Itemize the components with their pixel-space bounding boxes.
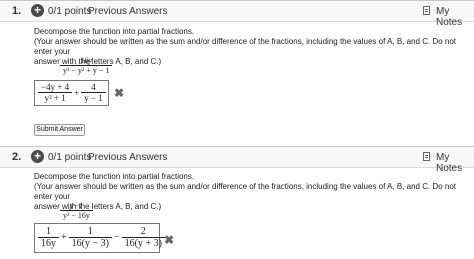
answer-term-1-numerator: −4y + 4 <box>41 82 70 92</box>
function-denominator: y³ − y² + y − 1 <box>60 65 113 75</box>
question-2-body: Decompose the function into partial frac… <box>34 172 464 212</box>
x-icon: ✖ <box>164 233 175 247</box>
function-denominator: y³ − 16y <box>60 210 93 220</box>
answer-term-2-numerator: 1 <box>87 226 93 237</box>
instructions-line-1: (Your answer should be written as the su… <box>34 37 457 56</box>
answer-term-3-numerator: 2 <box>140 226 146 237</box>
answer-term-3-denominator: 16(y + 3) <box>121 237 165 249</box>
instructions-line-1: (Your answer should be written as the su… <box>34 182 457 201</box>
question-number: 2. <box>12 151 22 163</box>
answer-term-1-numerator: 1 <box>46 226 51 237</box>
question-prompt: Decompose the function into partial frac… <box>34 172 195 181</box>
answer-term-2-denominator: 16(y − 3) <box>68 237 112 249</box>
answer-term-2-denominator: y − 1 <box>81 92 106 103</box>
answer-term-2-numerator: 4 <box>91 82 96 92</box>
previous-answers-link[interactable]: Previous Answers <box>88 6 167 17</box>
plus-circle-icon[interactable]: + <box>31 4 44 17</box>
notes-icon[interactable] <box>423 6 430 15</box>
function-fraction: y−1 y³ − 16y <box>60 201 93 220</box>
question-2-header: 2. + 0/1 points Previous Answers My Note… <box>0 146 474 174</box>
my-notes-link[interactable]: My Notes <box>436 6 474 28</box>
answer-input[interactable]: −4y + 4 y² + 1 + 4 y − 1 <box>34 80 109 106</box>
answer-term-1-denominator: 16y <box>38 237 59 249</box>
notes-icon[interactable] <box>423 152 430 161</box>
instructions-line-2: answer with the letters A, B, and C.) <box>34 202 162 211</box>
function-fraction: 16y y³ − y² + y − 1 <box>60 56 113 75</box>
function-numerator: y−1 <box>69 201 83 210</box>
plus-circle-icon[interactable]: + <box>31 150 44 163</box>
answer-operator: + <box>74 87 80 98</box>
question-1-header: 1. + 0/1 points Previous Answers My Note… <box>0 0 474 28</box>
answer-operator: − <box>113 232 120 243</box>
function-numerator: 16y <box>80 56 92 65</box>
points-label: 0/1 points <box>48 152 92 163</box>
answer-operator: + <box>61 232 67 243</box>
answer-input[interactable]: 1 16y + 1 16(y − 3) − 2 16(y + 3) <box>34 223 165 253</box>
x-icon: ✖ <box>114 86 125 100</box>
points-label: 0/1 points <box>48 6 92 17</box>
previous-answers-link[interactable]: Previous Answers <box>88 152 167 163</box>
question-prompt: Decompose the function into partial frac… <box>34 27 195 36</box>
answer-term-1-denominator: y² + 1 <box>38 92 73 103</box>
my-notes-link[interactable]: My Notes <box>436 152 474 174</box>
submit-answer-button[interactable]: Submit Answer <box>34 124 85 136</box>
question-number: 1. <box>12 5 22 17</box>
